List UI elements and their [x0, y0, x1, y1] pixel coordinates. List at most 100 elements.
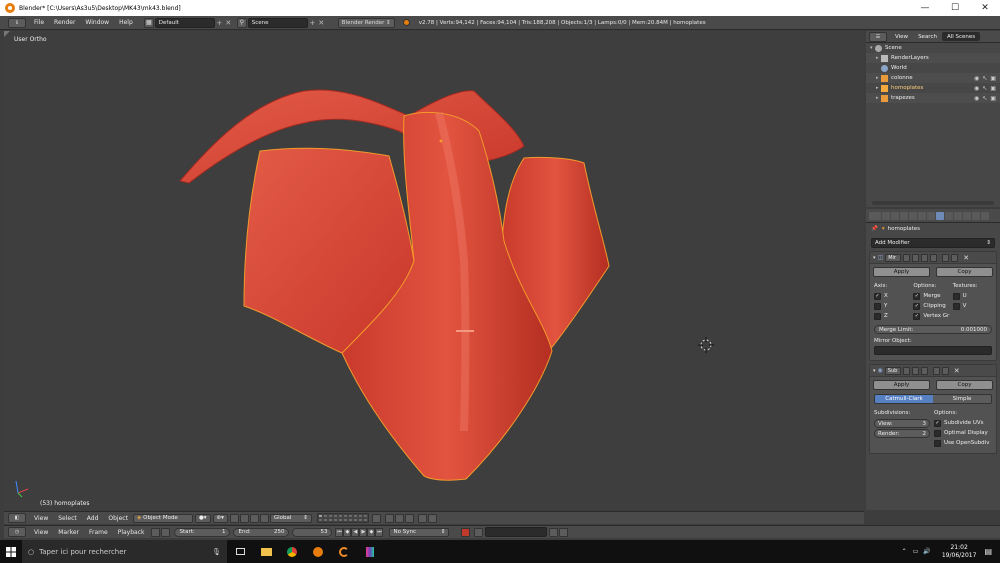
- tab-particles-icon[interactable]: [972, 211, 980, 220]
- texture-v-checkbox[interactable]: V: [952, 301, 992, 311]
- eye-icon[interactable]: ◉: [974, 75, 979, 82]
- opengl-render-icon[interactable]: [427, 513, 437, 523]
- menu-file[interactable]: File: [29, 19, 49, 26]
- screen-layout-icon[interactable]: ▦: [143, 17, 154, 28]
- subsurf-name-field[interactable]: Sub: [884, 366, 901, 375]
- move-down-icon[interactable]: [941, 366, 949, 375]
- cursor-icon[interactable]: ↖: [982, 85, 987, 92]
- mirror-copy-button[interactable]: Copy: [936, 267, 993, 277]
- menu-render[interactable]: Render: [49, 19, 80, 26]
- editor-type-properties-icon[interactable]: [869, 211, 881, 220]
- editor-type-outliner-icon[interactable]: ☰: [869, 31, 887, 42]
- menu-frame[interactable]: Frame: [84, 529, 113, 536]
- axis-y-checkbox[interactable]: Y: [874, 301, 913, 311]
- viewport-canvas[interactable]: [4, 31, 864, 510]
- mirror-object-field[interactable]: [874, 346, 992, 355]
- move-up-icon[interactable]: [942, 253, 950, 262]
- delete-key-icon[interactable]: [559, 527, 569, 537]
- lock-layers-icon[interactable]: [371, 513, 381, 523]
- scene-icon[interactable]: ⚲: [236, 17, 247, 28]
- cinema4d-icon[interactable]: [331, 540, 357, 563]
- subsurf-apply-button[interactable]: Apply: [873, 380, 930, 390]
- visibility-toggles[interactable]: ◉ ↖ ▣: [974, 75, 996, 82]
- subsurf-copy-button[interactable]: Copy: [936, 380, 993, 390]
- move-up-icon[interactable]: [932, 366, 940, 375]
- cursor-icon[interactable]: ↖: [982, 95, 987, 102]
- rotate-icon[interactable]: [249, 513, 259, 523]
- menu-object[interactable]: Object: [103, 515, 133, 522]
- app-icon[interactable]: [357, 540, 383, 563]
- tab-modifiers-icon[interactable]: [936, 211, 944, 220]
- editor-type-info-icon[interactable]: ℹ: [8, 17, 26, 28]
- pin-icon[interactable]: 📌: [871, 226, 878, 232]
- snap-icon[interactable]: [394, 513, 404, 523]
- maximize-button[interactable]: ☐: [940, 0, 970, 16]
- keyset-icon[interactable]: [474, 527, 484, 537]
- menu-add[interactable]: Add: [82, 515, 104, 522]
- visibility-toggles[interactable]: ◉ ↖ ▣: [974, 85, 996, 92]
- notifications-icon[interactable]: ▤: [984, 547, 992, 556]
- screen-layout-field[interactable]: Default: [154, 17, 215, 28]
- current-frame-field[interactable]: 53: [292, 527, 333, 537]
- viewport-toggle-icon[interactable]: [911, 366, 919, 375]
- timeline-clock-icon[interactable]: [161, 527, 171, 537]
- cursor-icon[interactable]: ↖: [982, 75, 987, 82]
- preview-range-icon[interactable]: [151, 527, 161, 537]
- simple-option[interactable]: Simple: [933, 395, 991, 403]
- opensubdiv-checkbox[interactable]: Use OpenSubdiv: [934, 438, 992, 448]
- texture-u-checkbox[interactable]: U: [952, 291, 992, 301]
- start-frame-field[interactable]: Start: 1: [174, 527, 231, 537]
- chevron-up-icon[interactable]: ⌃: [902, 548, 907, 555]
- manipulator-icon[interactable]: [229, 513, 239, 523]
- record-icon[interactable]: [461, 527, 471, 537]
- outliner-row-renderlayers[interactable]: ▸ RenderLayers: [866, 53, 1000, 63]
- eye-icon[interactable]: ◉: [974, 95, 979, 102]
- menu-select[interactable]: Select: [53, 515, 82, 522]
- editor-type-3d-icon[interactable]: ◧: [8, 513, 26, 523]
- axis-x-checkbox[interactable]: ✓ X: [874, 291, 913, 301]
- render-levels-field[interactable]: Render: 2: [874, 429, 930, 438]
- collapse-icon[interactable]: ▾: [873, 368, 876, 374]
- blender-taskbar-icon[interactable]: [305, 540, 331, 563]
- vertex-groups-checkbox[interactable]: ✓ Vertex Gr: [913, 311, 952, 321]
- add-scene-icon[interactable]: +: [308, 18, 317, 28]
- outliner-tab-view[interactable]: View: [890, 34, 913, 40]
- network-icon[interactable]: ▭: [913, 548, 919, 555]
- outliner-row-colonne[interactable]: ▸ colonne ◉ ↖ ▣: [866, 73, 1000, 83]
- outliner-row-scene[interactable]: ▾ Scene: [866, 43, 1000, 53]
- tab-constraints-icon[interactable]: [927, 211, 935, 220]
- merge-limit-field[interactable]: Merge Limit: 0.001000: [874, 325, 992, 334]
- tab-physics-icon[interactable]: [981, 211, 989, 220]
- mirror-apply-button[interactable]: Apply: [873, 267, 930, 277]
- menu-view-timeline[interactable]: View: [29, 529, 53, 536]
- mode-select[interactable]: ◈ Object Mode: [132, 513, 193, 523]
- play-reverse-icon[interactable]: ◀: [351, 527, 360, 537]
- tab-texture-icon[interactable]: [963, 211, 971, 220]
- volume-icon[interactable]: 🔊: [923, 548, 930, 555]
- tab-world-icon[interactable]: [909, 211, 917, 220]
- next-keyframe-icon[interactable]: ◆: [367, 527, 376, 537]
- proportional-edit-icon[interactable]: [384, 513, 394, 523]
- outliner-row-world[interactable]: World: [866, 63, 1000, 73]
- end-frame-field[interactable]: End: 250: [233, 527, 290, 537]
- clipping-checkbox[interactable]: ✓ Clipping: [913, 301, 952, 311]
- eye-icon[interactable]: ◉: [974, 85, 979, 92]
- close-button[interactable]: ✕: [970, 0, 1000, 16]
- editor-type-timeline-icon[interactable]: ◷: [8, 527, 26, 537]
- camera-icon[interactable]: ▣: [990, 75, 996, 82]
- keying-set-field[interactable]: [485, 527, 548, 537]
- optimal-display-checkbox[interactable]: Optimal Display: [934, 428, 992, 438]
- pivot-select[interactable]: ⊛ ▾: [212, 513, 228, 523]
- outliner-tab-all-scenes[interactable]: All Scenes: [941, 32, 981, 41]
- tab-material-icon[interactable]: [954, 211, 962, 220]
- menu-playback[interactable]: Playback: [113, 529, 150, 536]
- taskbar-clock[interactable]: 21:02 19/06/2017: [942, 544, 977, 560]
- merge-checkbox[interactable]: ✓ Merge: [913, 291, 952, 301]
- shading-select[interactable]: ● ▾: [194, 513, 211, 523]
- remove-scene-icon[interactable]: ✕: [317, 18, 326, 28]
- 3d-viewport[interactable]: User Ortho (53) homoplates: [4, 31, 864, 510]
- snap-element-icon[interactable]: [404, 513, 414, 523]
- tab-scene-icon[interactable]: [900, 211, 908, 220]
- outliner-row-homoplates[interactable]: ▸ homoplates ◉ ↖ ▣: [866, 83, 1000, 93]
- camera-icon[interactable]: ▣: [990, 95, 996, 102]
